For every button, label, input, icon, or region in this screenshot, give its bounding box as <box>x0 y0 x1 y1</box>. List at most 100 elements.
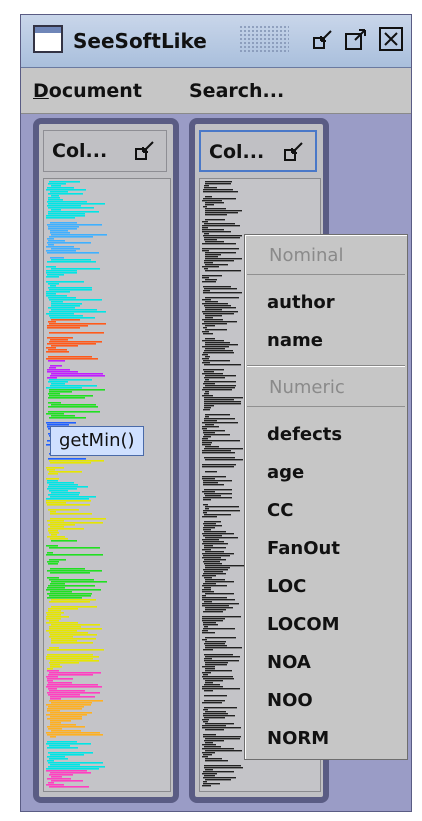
code-line <box>49 299 102 301</box>
code-line <box>50 462 91 464</box>
code-line <box>49 391 72 393</box>
code-line <box>203 535 222 537</box>
menu-bar: Document Search... <box>21 68 411 114</box>
menu-item-loc[interactable]: LOC <box>267 569 306 605</box>
code-line <box>205 508 209 510</box>
code-line <box>202 231 231 233</box>
code-line <box>48 610 61 612</box>
code-line <box>202 516 217 518</box>
code-line <box>205 356 210 358</box>
code-line <box>204 350 233 352</box>
code-line <box>49 315 83 317</box>
menu-item-fanout[interactable]: FanOut <box>267 531 340 567</box>
code-line <box>48 706 84 708</box>
code-line <box>205 446 219 448</box>
close-button[interactable] <box>377 25 405 53</box>
code-line <box>47 756 65 758</box>
code-line <box>202 603 239 605</box>
code-line <box>46 281 84 283</box>
code-line <box>205 317 213 319</box>
code-line <box>51 234 107 236</box>
column-1-code-view[interactable] <box>43 178 171 792</box>
code-line <box>46 658 93 660</box>
title-grip-pattern <box>239 25 289 53</box>
code-line <box>204 571 223 573</box>
menu-item-locom[interactable]: LOCOM <box>267 607 340 643</box>
code-line <box>204 643 225 645</box>
code-line <box>205 779 231 781</box>
code-line <box>205 670 232 672</box>
code-line <box>48 228 77 230</box>
code-line <box>203 527 215 529</box>
menu-item-noo[interactable]: NOO <box>267 683 313 719</box>
code-line <box>48 766 105 768</box>
code-line <box>202 227 208 229</box>
code-line <box>205 297 239 299</box>
code-line <box>51 640 77 642</box>
column-1-title: Col... <box>52 140 108 162</box>
menu-item-age[interactable]: age <box>267 455 304 491</box>
menu-item-noa[interactable]: NOA <box>267 645 311 681</box>
code-line <box>49 636 73 638</box>
code-line <box>47 238 54 240</box>
menu-item-defects[interactable]: defects <box>267 417 342 453</box>
code-line <box>204 381 236 383</box>
code-line <box>47 205 81 207</box>
code-line <box>204 420 217 422</box>
code-line <box>47 668 53 670</box>
code-line <box>50 538 68 540</box>
code-line <box>203 286 231 288</box>
code-line <box>203 484 224 486</box>
code-line <box>46 293 56 295</box>
code-line <box>47 482 74 484</box>
code-line <box>202 666 215 668</box>
code-line <box>202 440 240 442</box>
code-line <box>46 467 64 469</box>
code-line <box>51 301 63 303</box>
code-line <box>47 224 102 226</box>
code-line <box>46 589 101 591</box>
code-line <box>203 290 210 292</box>
minimize-button[interactable] <box>311 25 339 53</box>
column-1-minimize-button[interactable] <box>134 137 160 163</box>
maximize-button[interactable] <box>343 25 371 53</box>
code-line <box>51 309 97 311</box>
code-line <box>49 662 79 664</box>
code-line <box>203 198 236 200</box>
code-line <box>47 187 74 189</box>
code-line <box>46 704 91 706</box>
code-line <box>203 555 230 557</box>
code-line <box>48 307 75 309</box>
code-line <box>202 248 239 250</box>
menu-item-norm[interactable]: NORM <box>267 721 329 757</box>
code-line <box>50 583 65 585</box>
code-line <box>205 729 224 731</box>
code-line <box>203 499 211 501</box>
column-1-code-lines <box>46 181 108 788</box>
code-line <box>50 365 62 367</box>
code-line <box>203 387 235 389</box>
code-line <box>205 204 214 206</box>
menu-search[interactable]: Search... <box>189 80 284 102</box>
code-line <box>202 476 226 478</box>
code-line <box>202 599 235 601</box>
code-line <box>46 768 99 770</box>
code-line <box>205 668 215 670</box>
code-line <box>49 647 59 649</box>
column-2-header[interactable]: Col... <box>199 130 317 172</box>
column-2-minimize-button[interactable] <box>283 138 309 164</box>
menu-item-cc[interactable]: CC <box>267 493 293 529</box>
code-line <box>204 695 227 697</box>
code-line <box>203 781 207 783</box>
menu-document[interactable]: Document <box>33 80 142 102</box>
column-1-header[interactable]: Col... <box>43 130 167 172</box>
code-column-1[interactable]: Col... <box>33 118 179 803</box>
code-line <box>47 718 82 720</box>
minimize-icon <box>284 142 303 161</box>
menu-item-name[interactable]: name <box>267 323 323 359</box>
menu-item-author[interactable]: author <box>267 285 335 321</box>
code-line <box>204 434 230 436</box>
method-tooltip: getMin() <box>50 426 144 456</box>
code-line <box>205 581 234 583</box>
title-bar[interactable]: SeeSoftLike <box>21 15 411 68</box>
